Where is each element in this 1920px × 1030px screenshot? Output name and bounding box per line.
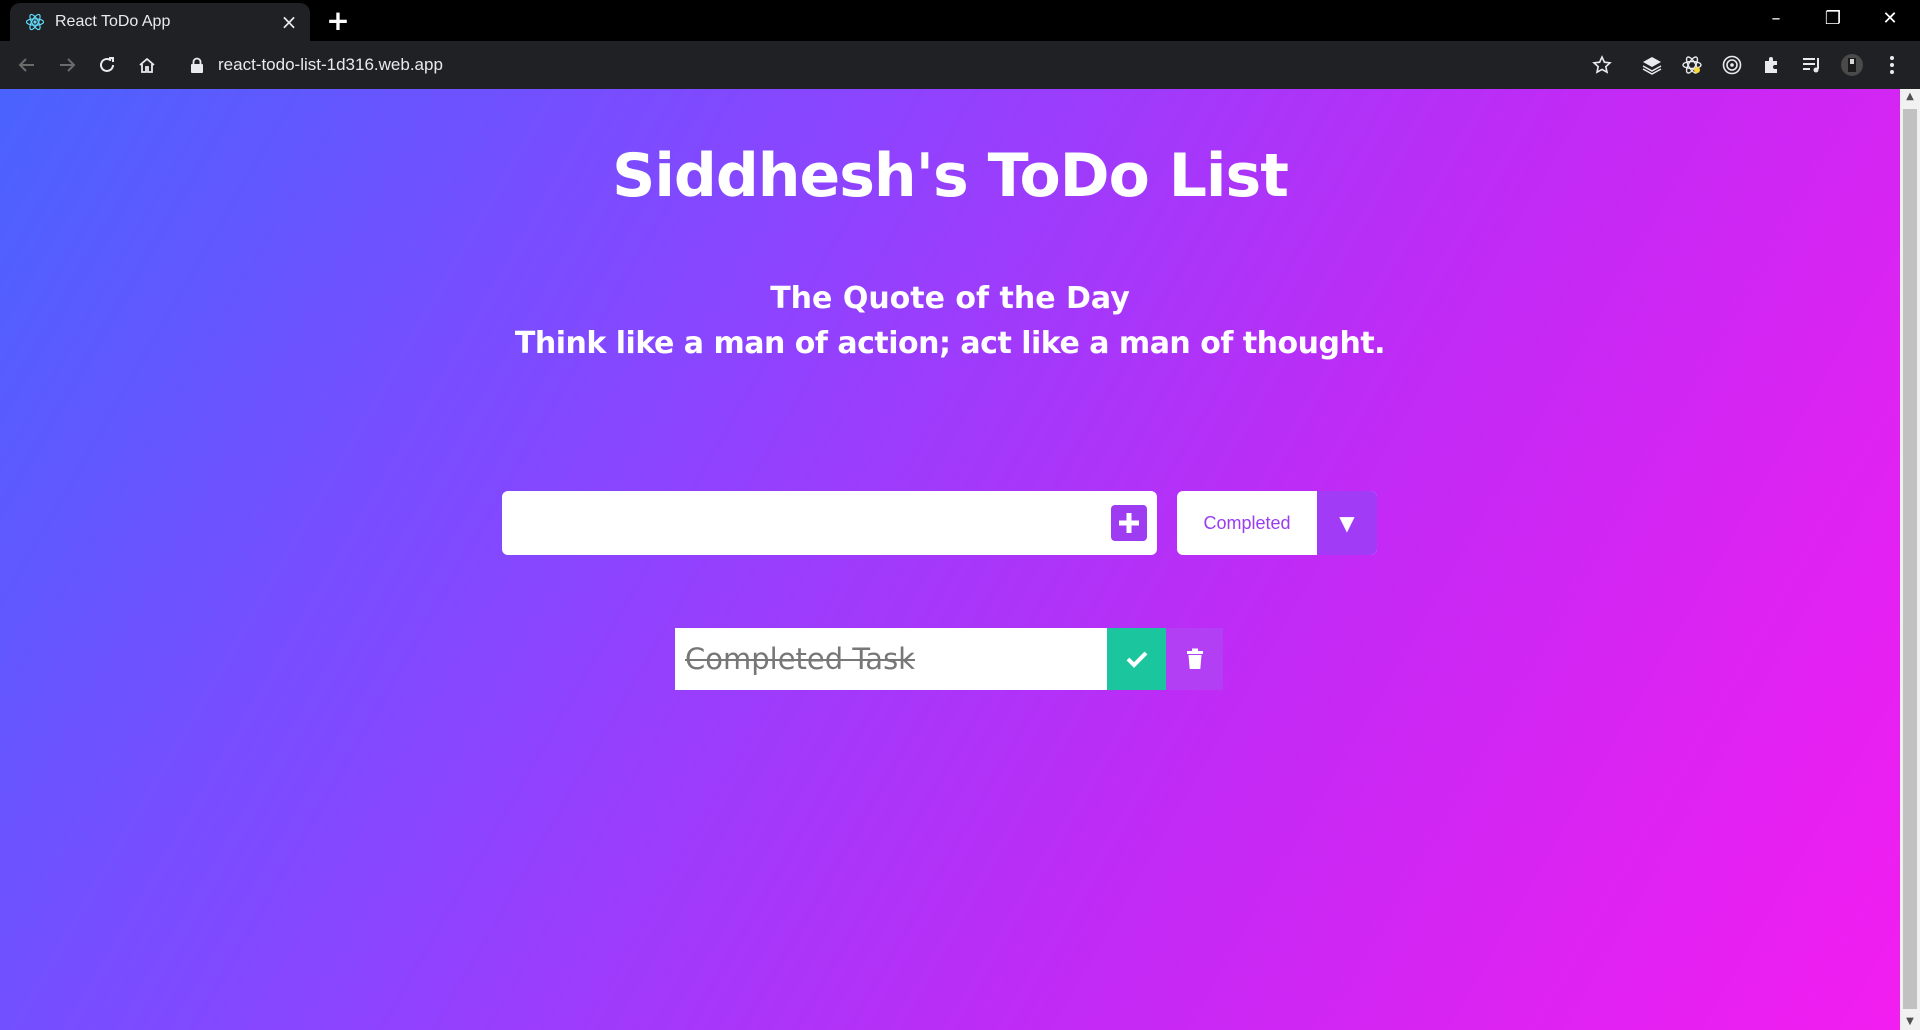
forward-icon[interactable] xyxy=(52,50,82,80)
react-logo-icon xyxy=(25,13,45,31)
page-viewport: Siddhesh's ToDo List The Quote of the Da… xyxy=(0,89,1900,1030)
restore-icon[interactable]: ❐ xyxy=(1805,0,1861,38)
close-tab-icon[interactable]: × xyxy=(278,11,300,33)
url-text: react-todo-list-1d316.web.app xyxy=(218,55,443,74)
browser-toolbar: react-todo-list-1d316.web.app xyxy=(0,41,1920,89)
todo-text-box: Completed Task xyxy=(675,628,1107,690)
filter-selected-value: Completed xyxy=(1203,513,1291,533)
delete-button[interactable] xyxy=(1166,628,1223,690)
tab-title: React ToDo App xyxy=(55,13,171,30)
new-tab-icon[interactable]: + xyxy=(325,7,351,35)
quote-text: Think like a man of action; act like a m… xyxy=(514,326,1386,361)
scroll-up-icon[interactable]: ▲ xyxy=(1900,89,1920,105)
browser-menu-icon[interactable] xyxy=(1880,53,1904,77)
layers-extension-icon[interactable] xyxy=(1640,53,1664,77)
home-icon[interactable] xyxy=(132,50,162,80)
reload-icon[interactable] xyxy=(92,50,122,80)
complete-button[interactable] xyxy=(1107,628,1166,690)
minimize-icon[interactable]: – xyxy=(1748,0,1804,38)
scroll-down-icon[interactable]: ▼ xyxy=(1900,1014,1920,1030)
page-title: Siddhesh's ToDo List xyxy=(612,141,1289,211)
bookmark-star-icon[interactable] xyxy=(1590,53,1614,77)
page-scrollbar[interactable]: ▲ ▼ xyxy=(1900,89,1920,1030)
back-icon[interactable] xyxy=(12,50,42,80)
window-close-icon[interactable]: ✕ xyxy=(1862,0,1918,38)
react-devtools-icon[interactable] xyxy=(1680,53,1704,77)
scrollbar-thumb[interactable] xyxy=(1903,109,1917,1009)
add-todo-button[interactable] xyxy=(1111,505,1147,541)
todo-text: Completed Task xyxy=(685,642,915,676)
quote-heading: The Quote of the Day xyxy=(770,281,1130,316)
todo-item: Completed Task xyxy=(675,628,1223,690)
browser-tab-bar: React ToDo App × + – ❐ ✕ xyxy=(0,0,1920,41)
todo-input[interactable] xyxy=(502,491,1092,555)
target-extension-icon[interactable] xyxy=(1720,53,1744,77)
todo-form xyxy=(502,491,1157,555)
lock-icon xyxy=(191,57,203,73)
extensions-puzzle-icon[interactable] xyxy=(1760,53,1784,77)
trash-icon xyxy=(1186,648,1203,669)
filter-select[interactable]: Completed ▼ xyxy=(1177,491,1377,555)
browser-tab[interactable]: React ToDo App × xyxy=(10,3,310,41)
check-icon xyxy=(1126,651,1147,668)
media-control-icon[interactable] xyxy=(1800,53,1824,77)
profile-avatar-icon[interactable] xyxy=(1840,53,1864,77)
address-bar[interactable]: react-todo-list-1d316.web.app xyxy=(178,47,1624,83)
plus-icon xyxy=(1119,513,1139,533)
dropdown-arrow-icon[interactable]: ▼ xyxy=(1317,491,1377,555)
